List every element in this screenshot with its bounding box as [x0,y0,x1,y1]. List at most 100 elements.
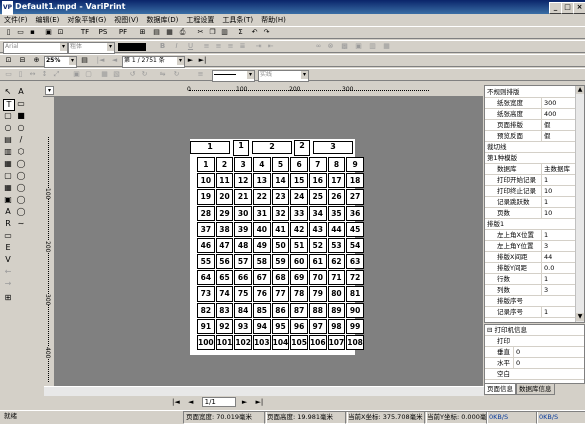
property-row[interactable]: 排版X间距 44 [485,252,579,263]
align-left-icon[interactable]: ≡ [202,42,211,51]
grid-cell[interactable]: 36 [346,205,364,221]
layout-icon[interactable]: ▤ [152,28,161,37]
circle-tool-icon[interactable]: ○ [16,123,26,133]
image-tool-icon[interactable]: ▤ [3,135,13,145]
grid-cell[interactable]: 46 [197,237,215,253]
property-row[interactable]: 预览反面假 [485,131,579,142]
grid-cell[interactable]: 63 [346,254,364,270]
grid-cell[interactable]: 39 [234,221,252,237]
text-a-icon[interactable]: A [3,207,13,217]
grid-cell[interactable]: 42 [290,221,308,237]
barcode-icon[interactable]: ▥ [368,42,377,51]
table-icon[interactable]: ▦ [382,42,391,51]
grid-cell[interactable]: 33 [290,205,308,221]
ruler-corner-icon[interactable]: ▾ [45,86,54,95]
group-icon[interactable]: ▦ [100,70,109,79]
property-row[interactable]: 排版Y间距 0.0 [485,263,579,274]
send-back-icon[interactable]: ▢ [84,70,93,79]
text-box-icon[interactable]: T [3,99,15,111]
menu-object-tile[interactable]: 对象平铺(G) [63,14,110,26]
property-scrollbar[interactable]: ▲ ▼ [575,86,584,322]
grid-cell[interactable]: 84 [234,302,252,318]
grid-cell[interactable]: 90 [346,302,364,318]
variable-tool-icon[interactable]: E [3,243,13,253]
scroll-up-icon[interactable]: ▲ [576,86,584,94]
property-row[interactable]: 打印终止记录 10 [485,186,579,197]
grid-cell[interactable]: 94 [252,318,271,334]
menu-edit[interactable]: 编辑(E) [32,14,64,26]
grid-cell[interactable]: 78 [290,286,308,302]
grid-cell[interactable]: 104 [271,334,290,350]
grid-cell[interactable]: 52 [308,237,327,253]
grid-cell[interactable]: 77 [271,286,290,302]
circle-outline-icon[interactable]: ◯ [16,159,26,169]
save-icon[interactable]: ▪ [28,28,37,37]
last-record-icon[interactable]: ►| [198,56,207,65]
grid-cell[interactable]: 74 [215,286,234,302]
property-row[interactable]: 排版序号 [485,296,579,307]
grid-cell[interactable]: 108 [346,334,364,350]
same-size-icon[interactable]: ⤢ [52,70,61,79]
grid-cell[interactable]: 66 [234,270,252,286]
grid-cell[interactable]: 28 [197,205,215,221]
grid-cell[interactable]: 40 [252,221,271,237]
indent-icon[interactable]: ⇥ [254,42,263,51]
grid-cell[interactable]: 87 [290,302,308,318]
grid-cell[interactable]: 62 [327,254,346,270]
first-page-button[interactable]: |◄ [172,398,180,406]
menu-toolbar[interactable]: 工具条(T) [218,14,257,26]
menu-project-settings[interactable]: 工程设置 [182,14,218,26]
grid-cell[interactable]: 70 [308,270,327,286]
same-height-icon[interactable]: ↕ [40,70,49,79]
grid-cell[interactable]: 101 [215,334,234,350]
grid-cell[interactable]: 98 [327,318,346,334]
record-indicator[interactable]: 第 1 / 2751 条 [122,56,185,68]
prev-record-icon[interactable]: ◄ [110,56,119,65]
property-group[interactable]: 第1种模版 [485,153,579,164]
property-row[interactable]: 打印开始记录 1 [485,175,579,186]
align-center-icon[interactable]: ≡ [214,42,223,51]
grid-cell[interactable]: 29 [215,205,234,221]
italic-icon[interactable]: I [172,42,181,51]
printer-row[interactable]: 空白 [485,369,584,380]
grid-cell[interactable]: 26 [327,189,346,205]
barcode-tool-icon[interactable]: ▥ [3,147,13,157]
grid-cell[interactable]: 79 [308,286,327,302]
refresh-icon[interactable]: ↻ [172,70,181,79]
flip-icon[interactable]: ⇋ [158,70,167,79]
distribute-icon[interactable]: ▯ [16,70,25,79]
undo-icon[interactable]: ↶ [250,28,259,37]
bring-front-icon[interactable]: ▣ [72,70,81,79]
property-row[interactable]: 记录序号 1 [485,307,579,318]
header-field-box[interactable]: 2 [294,140,310,156]
curve-tool-icon[interactable]: ∼ [16,219,26,229]
circle-outline-4-icon[interactable]: ◯ [16,195,26,205]
property-row[interactable]: 记录跳跃数 1 [485,197,579,208]
grid-cell[interactable]: 76 [252,286,271,302]
grid-cell[interactable]: 44 [327,221,346,237]
grid-cell[interactable]: 68 [271,270,290,286]
line-tool-icon[interactable]: / [16,135,26,145]
grid-cell[interactable]: 43 [308,221,327,237]
grid-cell[interactable]: 50 [271,237,290,253]
select-pointer-icon[interactable]: ↖ [3,87,13,97]
rotate-right-icon[interactable]: ↻ [140,70,149,79]
property-row[interactable]: 行数 1 [485,274,579,285]
link-icon[interactable]: ∞ [314,42,323,51]
sum-icon[interactable]: Σ [236,28,245,37]
menu-file[interactable]: 文件(F) [0,14,32,26]
grid-cell[interactable]: 72 [346,270,364,286]
fit-width-icon[interactable]: ⊟ [18,56,27,65]
grid-cell[interactable]: 89 [327,302,346,318]
grid-cell[interactable]: 48 [234,237,252,253]
unlink-icon[interactable]: ⊗ [326,42,335,51]
grid-cell[interactable]: 34 [308,205,327,221]
page-number-field[interactable]: 1/1 [201,397,236,407]
layout-tile-icon[interactable]: ⊞ [3,293,13,303]
property-row[interactable]: 左上角X位置 1 [485,230,579,241]
grid-cell[interactable]: 58 [252,254,271,270]
next-page-button[interactable]: ► [242,398,247,406]
grid-cell[interactable]: 106 [308,334,327,350]
grid-cell[interactable]: 3 [234,157,252,173]
printer-row-value[interactable]: 0 [513,347,576,357]
